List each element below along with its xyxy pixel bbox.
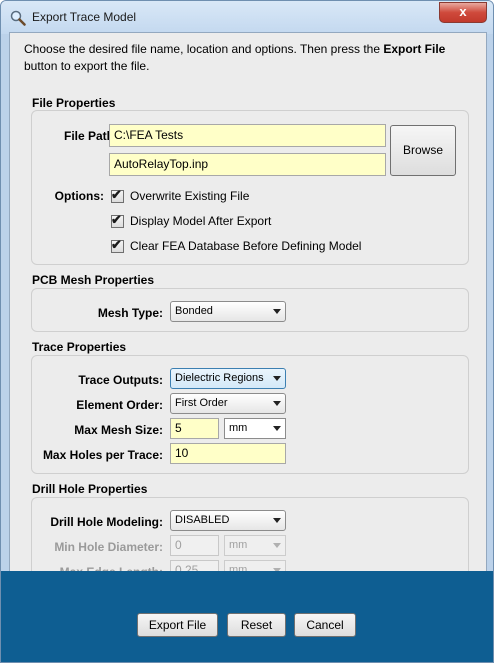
file-path-label: File Path: xyxy=(63,129,118,143)
mesh-type-select[interactable]: Bonded xyxy=(170,301,286,322)
overwrite-label[interactable]: Overwrite Existing File xyxy=(130,189,249,203)
overwrite-checkbox[interactable]: ✔ xyxy=(111,187,124,203)
close-button[interactable]: x xyxy=(439,2,487,23)
drill-modeling-label: Drill Hole Modeling: xyxy=(50,515,163,529)
title-bar[interactable]: Export Trace Model x xyxy=(1,1,493,34)
drill-modeling-select[interactable]: DISABLED xyxy=(170,510,286,531)
check-icon: ✔ xyxy=(111,237,122,252)
check-icon: ✔ xyxy=(111,212,122,227)
max-mesh-size-input[interactable]: 5 xyxy=(170,418,219,439)
mesh-size-unit-value: mm xyxy=(229,422,248,434)
dialog-window: Export Trace Model x Choose the desired … xyxy=(0,0,494,663)
intro-text-bold: Export File xyxy=(383,42,446,56)
min-hole-diameter-input: 0 xyxy=(170,535,219,556)
mesh-type-label: Mesh Type: xyxy=(97,306,163,320)
file-name-input[interactable]: AutoRelayTop.inp xyxy=(109,153,386,176)
cancel-button[interactable]: Cancel xyxy=(294,613,356,637)
element-order-select[interactable]: First Order xyxy=(170,393,286,414)
mesh-type-value: Bonded xyxy=(175,305,213,317)
chevron-down-icon xyxy=(273,401,281,406)
chevron-down-icon xyxy=(273,543,281,548)
clear-database-label[interactable]: Clear FEA Database Before Defining Model xyxy=(130,239,361,253)
trace-outputs-select[interactable]: Dielectric Regions xyxy=(170,368,286,389)
intro-text-end: button to export the file. xyxy=(24,59,150,73)
browse-button[interactable]: Browse xyxy=(390,125,456,176)
min-hole-unit-select: mm xyxy=(224,535,286,556)
pcb-mesh-title: PCB Mesh Properties xyxy=(32,273,155,287)
display-model-label[interactable]: Display Model After Export xyxy=(130,214,271,228)
element-order-value: First Order xyxy=(175,397,228,409)
max-mesh-size-label: Max Mesh Size: xyxy=(74,423,163,437)
intro-text-start: Choose the desired file name, location a… xyxy=(24,42,384,56)
chevron-down-icon xyxy=(273,309,281,314)
file-path-input[interactable]: C:\FEA Tests xyxy=(109,124,386,147)
element-order-label: Element Order: xyxy=(76,398,163,412)
min-hole-diameter-label: Min Hole Diameter: xyxy=(54,540,163,554)
drill-hole-title: Drill Hole Properties xyxy=(32,482,148,496)
trace-properties-title: Trace Properties xyxy=(32,340,127,354)
trace-outputs-label: Trace Outputs: xyxy=(78,373,163,387)
check-icon: ✔ xyxy=(111,187,122,202)
chevron-down-icon xyxy=(273,376,281,381)
export-file-button[interactable]: Export File xyxy=(137,613,218,637)
clear-database-checkbox[interactable]: ✔ xyxy=(111,237,124,253)
display-model-checkbox[interactable]: ✔ xyxy=(111,212,124,228)
options-label: Options: xyxy=(54,189,104,203)
mesh-size-unit-select[interactable]: mm xyxy=(224,418,286,439)
chevron-down-icon xyxy=(273,518,281,523)
drill-modeling-value: DISABLED xyxy=(175,514,230,526)
close-icon: x xyxy=(459,4,467,19)
min-hole-unit-value: mm xyxy=(229,539,248,551)
max-holes-label: Max Holes per Trace: xyxy=(42,448,163,462)
trace-outputs-value: Dielectric Regions xyxy=(175,372,264,384)
dialog-body: Choose the desired file name, location a… xyxy=(9,32,487,604)
reset-button[interactable]: Reset xyxy=(227,613,286,637)
button-footer: Export File Reset Cancel xyxy=(1,571,493,662)
magnifier-icon xyxy=(10,10,26,26)
chevron-down-icon xyxy=(273,426,281,431)
max-holes-input[interactable]: 10 xyxy=(170,443,286,464)
file-properties-title: File Properties xyxy=(32,96,116,110)
window-title: Export Trace Model xyxy=(32,10,137,24)
intro-text: Choose the desired file name, location a… xyxy=(24,41,474,75)
